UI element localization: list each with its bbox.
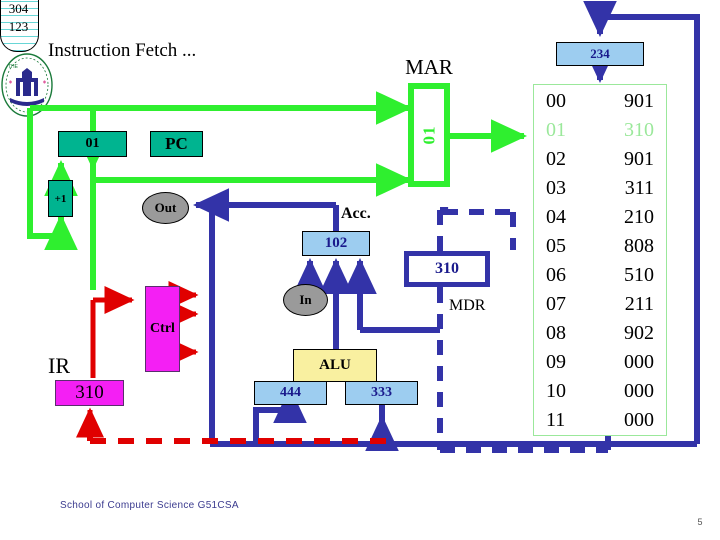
input-queue-item: 304	[8, 1, 29, 16]
alu-input-a: 444	[254, 381, 327, 405]
memory-contents: 310	[624, 119, 654, 141]
memory-contents: 311	[624, 177, 654, 199]
mar-label: MAR	[405, 54, 453, 79]
mdr-register-value: 310	[404, 251, 490, 287]
memory-contents: 211	[624, 293, 654, 315]
table-row: 00 901	[534, 87, 666, 116]
memory-contents: 000	[624, 380, 654, 402]
table-row: 08 902	[534, 319, 666, 348]
slide-title: Instruction Fetch ...	[48, 40, 197, 61]
memory-address: 06	[546, 264, 566, 286]
memory-contents: 000	[624, 351, 654, 373]
memory-address: 03	[546, 177, 566, 199]
control-unit: Ctrl	[145, 286, 180, 372]
alu-block: ALU	[293, 349, 377, 382]
input-queue-item: 123	[8, 19, 29, 34]
data-bus-latch: 234	[556, 42, 644, 66]
page-number: 5	[697, 517, 703, 527]
memory-address: 11	[546, 409, 566, 431]
incrementer-block: +1	[48, 180, 73, 217]
table-row: 09 000	[534, 348, 666, 377]
table-row: 01 310	[534, 116, 666, 145]
ir-label: IR	[48, 353, 70, 378]
memory-address: 05	[546, 235, 566, 257]
memory-address: 01	[546, 119, 566, 141]
memory-table: 00 901 01 310 02 901 03 311 04 210 05 80…	[533, 84, 667, 436]
memory-contents: 808	[624, 235, 654, 257]
table-row: 06 510	[534, 261, 666, 290]
blue-dashed-upper-branch	[443, 209, 516, 250]
memory-address: 09	[546, 351, 566, 373]
pc-register-value: 01	[58, 131, 127, 157]
memory-contents: 901	[624, 148, 654, 170]
input-node: In	[283, 284, 328, 316]
table-row: 07 211	[534, 290, 666, 319]
alu-input-b: 333	[345, 381, 418, 405]
memory-address: 04	[546, 206, 566, 228]
table-row: 03 311	[534, 174, 666, 203]
mar-register: 01	[408, 83, 450, 187]
footer-text: School of Computer Science G51CSA	[60, 499, 239, 511]
memory-address: 02	[546, 148, 566, 170]
memory-contents: 210	[624, 206, 654, 228]
table-row: 11 000	[534, 406, 666, 435]
accumulator-value: 102	[302, 231, 370, 256]
red-dashed-instruction-path	[87, 428, 390, 444]
memory-contents: 510	[624, 264, 654, 286]
accumulator-label: Acc.	[341, 205, 371, 222]
memory-contents: 000	[624, 409, 654, 431]
memory-contents: 901	[624, 90, 654, 112]
table-row: 10 000	[534, 377, 666, 406]
slide-canvas: Instruction Fetch ... 01 PC +1 MAR 01 23…	[0, 0, 720, 540]
table-row: 02 901	[534, 145, 666, 174]
memory-contents: 902	[624, 322, 654, 344]
table-row: 04 210	[534, 203, 666, 232]
memory-address: 08	[546, 322, 566, 344]
memory-address: 10	[546, 380, 566, 402]
mar-register-value: 01	[419, 125, 438, 145]
memory-address: 07	[546, 293, 566, 315]
output-node: Out	[142, 192, 189, 224]
pc-register-label: PC	[150, 131, 203, 157]
table-row: 05 808	[534, 232, 666, 261]
mdr-label: MDR	[449, 297, 486, 314]
memory-address: 00	[546, 90, 566, 112]
ir-register-value: 310	[55, 380, 124, 406]
